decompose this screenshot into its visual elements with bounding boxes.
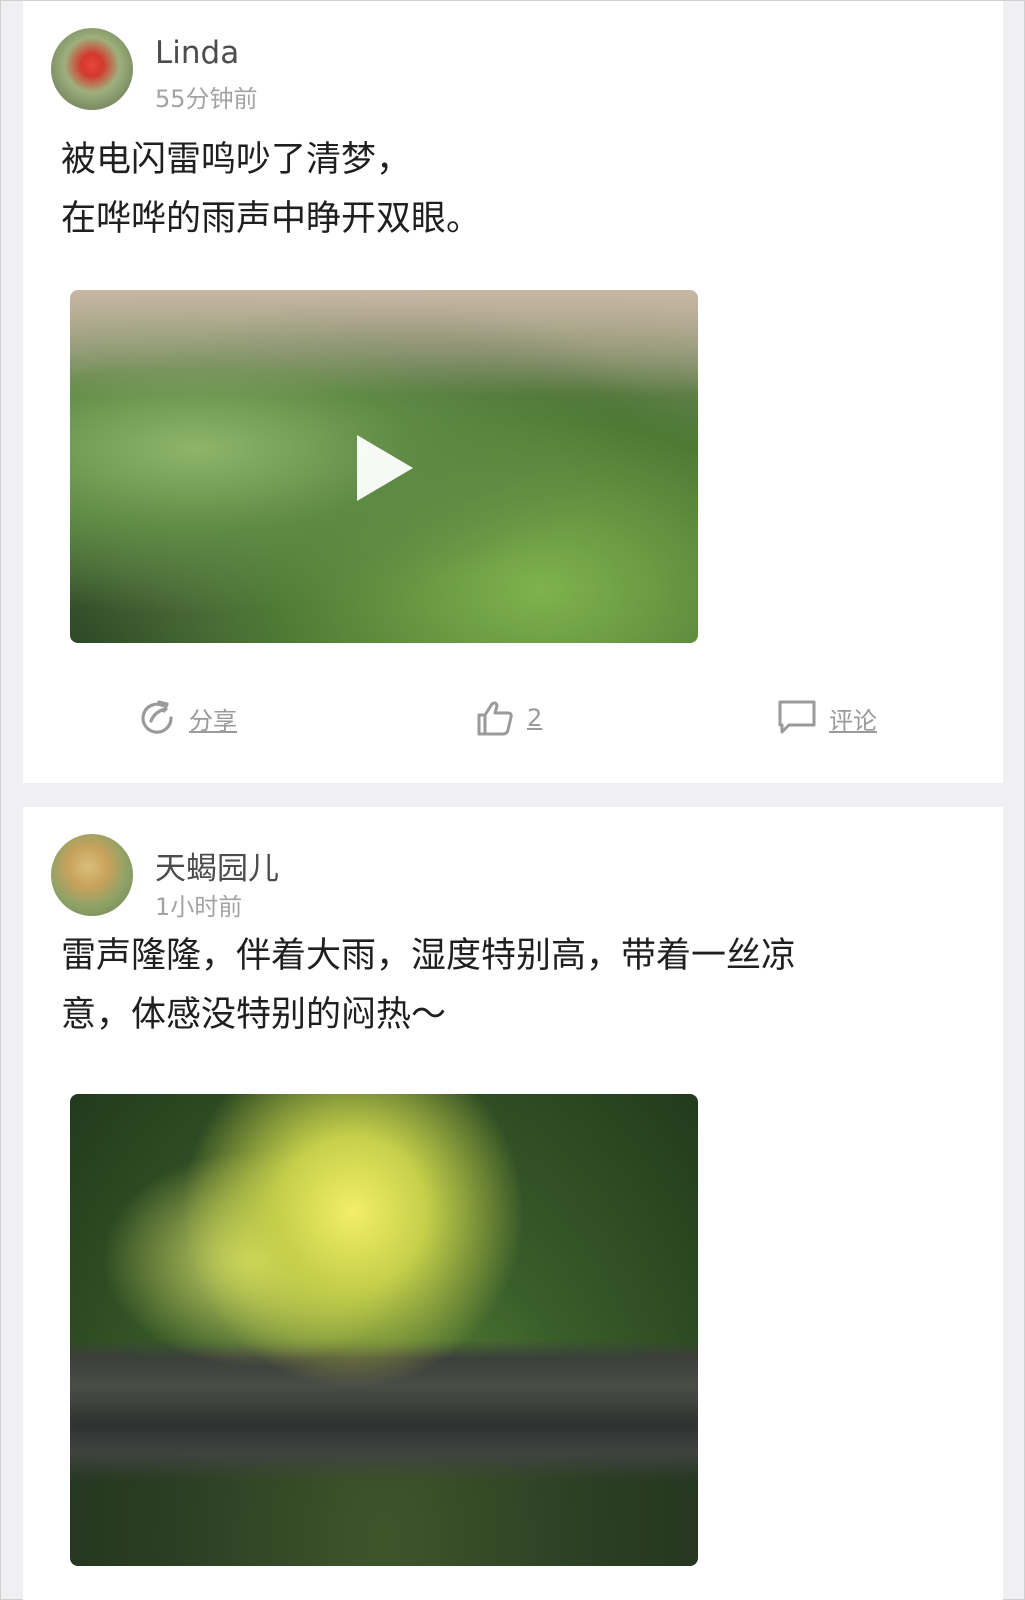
avatar[interactable] [51,834,133,916]
post-text-line: 雷声隆隆，伴着大雨，湿度特别高，带着一丝凉 [61,936,797,976]
post-image[interactable] [70,1094,698,1566]
comment-icon [778,700,816,734]
comment-button[interactable]: 评论 [775,693,877,743]
post-time: 1小时前 [155,893,243,921]
post-text-line: 被电闪雷鸣吵了清梦， [61,140,412,180]
author-name[interactable]: 天蝎园儿 [155,843,279,888]
action-bar: 分享 2 评论 [23,693,1003,743]
share-icon [141,700,173,734]
author-name[interactable]: Linda [155,35,239,71]
post-text-line: 在哗哗的雨声中睁开双眼。 [61,199,482,239]
post-card: Linda 55分钟前 被电闪雷鸣吵了清梦， 在哗哗的雨声中睁开双眼。 分享 2 [23,1,1003,783]
avatar[interactable] [51,28,133,110]
video-thumbnail[interactable] [70,290,698,643]
play-icon[interactable] [357,435,413,501]
like-button[interactable]: 2 [473,693,542,743]
share-label: 分享 [189,706,237,735]
post-card: 天蝎园儿 1小时前 雷声隆隆，伴着大雨，湿度特别高，带着一丝凉 意，体感没特别的… [23,807,1003,1600]
post-time: 55分钟前 [155,85,258,113]
post-text-line: 意，体感没特别的闷热～ [61,995,447,1035]
share-button[interactable]: 分享 [135,693,237,743]
like-count: 2 [527,704,543,732]
post-text: 被电闪雷鸣吵了清梦， 在哗哗的雨声中睁开双眼。 [61,131,961,249]
thumbs-up-icon [477,701,513,736]
comment-label: 评论 [829,706,877,735]
post-text: 雷声隆隆，伴着大雨，湿度特别高，带着一丝凉 意，体感没特别的闷热～ [61,927,961,1045]
